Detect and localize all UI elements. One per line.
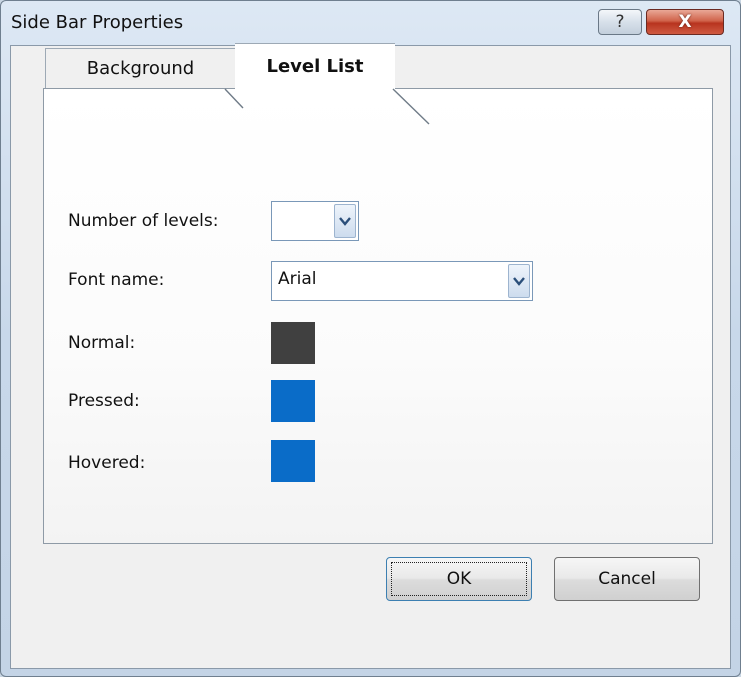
- chevron-down-icon: [339, 216, 351, 226]
- help-button[interactable]: ?: [598, 9, 642, 35]
- normal-color-swatch[interactable]: [271, 322, 315, 364]
- hovered-color-label: Hovered:: [68, 453, 146, 473]
- tab-background-label: Background: [86, 58, 195, 79]
- focus-rectangle: [391, 562, 527, 596]
- help-icon: ?: [615, 12, 625, 32]
- close-button[interactable]: X: [646, 9, 724, 35]
- dialog-window: Side Bar Properties ? X Background Level…: [0, 0, 741, 677]
- title-bar[interactable]: Side Bar Properties ? X: [1, 1, 740, 45]
- cancel-button-label: Cancel: [598, 569, 656, 589]
- tab-level-list-label: Level List: [266, 56, 364, 77]
- number-of-levels-label: Number of levels:: [68, 211, 219, 231]
- pressed-color-swatch[interactable]: [271, 380, 315, 422]
- font-name-label: Font name:: [68, 270, 165, 290]
- font-name-dropdown-button[interactable]: [508, 264, 530, 298]
- pressed-color-label: Pressed:: [68, 391, 140, 411]
- tab-level-list[interactable]: Level List: [235, 43, 395, 89]
- hovered-color-swatch[interactable]: [271, 440, 315, 482]
- cancel-button[interactable]: Cancel: [554, 557, 700, 601]
- tab-background[interactable]: Background: [45, 48, 235, 88]
- tab-panel-level-list: Number of levels: Font name: Arial Norma…: [43, 88, 713, 544]
- ok-button[interactable]: OK: [386, 557, 532, 601]
- number-of-levels-select[interactable]: [271, 201, 359, 241]
- font-name-select[interactable]: Arial: [271, 261, 533, 301]
- window-title: Side Bar Properties: [11, 12, 184, 33]
- font-name-value: Arial: [278, 269, 317, 289]
- number-of-levels-dropdown-button[interactable]: [334, 204, 356, 238]
- chevron-down-icon: [513, 276, 525, 286]
- close-icon: X: [678, 12, 692, 32]
- normal-color-label: Normal:: [68, 333, 136, 353]
